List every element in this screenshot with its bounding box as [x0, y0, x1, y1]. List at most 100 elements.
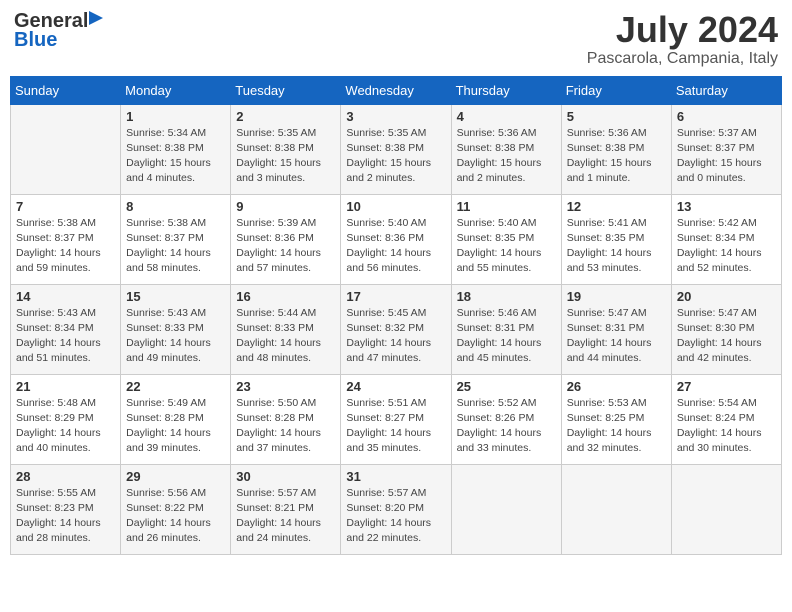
logo-container: General Blue — [14, 10, 104, 52]
calendar-cell: 26Sunrise: 5:53 AMSunset: 8:25 PMDayligh… — [561, 374, 671, 464]
calendar-cell: 29 Sunrise: 5:56 AMSunset: 8:22 PMDayligh… — [121, 464, 231, 554]
day-number: 10 — [346, 199, 445, 214]
month-year: July 2024 — [587, 10, 778, 50]
calendar-table: SundayMondayTuesdayWednesdayThursdayFrid… — [10, 76, 782, 555]
calendar-cell: 17 Sunrise: 5:45 AMSunset: 8:32 PMDayligh… — [341, 284, 451, 374]
day-number: 11 — [457, 199, 556, 214]
day-info: Sunrise: 5:44 AMSunset: 8:33 PMDaylight:… — [236, 306, 335, 367]
calendar-cell: 22Sunrise: 5:49 AMSunset: 8:28 PMDayligh… — [121, 374, 231, 464]
day-number: 2 — [236, 109, 335, 124]
calendar-cell: 9 Sunrise: 5:39 AMSunset: 8:36 PMDaylight… — [231, 194, 341, 284]
calendar-cell: 27 Sunrise: 5:54 AMSunset: 8:24 PMDayligh… — [671, 374, 781, 464]
calendar-cell: 4 Sunrise: 5:36 AMSunset: 8:38 PMDaylight… — [451, 104, 561, 194]
weekday-header-wednesday: Wednesday — [341, 76, 451, 104]
day-number: 20 — [677, 289, 776, 304]
day-info: Sunrise: 5:55 AMSunset: 8:23 PMDaylight:… — [16, 486, 115, 547]
day-info: Sunrise: 5:36 AMSunset: 8:38 PMDaylight:… — [567, 126, 666, 187]
day-info: Sunrise: 5:46 AMSunset: 8:31 PMDaylight:… — [457, 306, 556, 367]
day-number: 13 — [677, 199, 776, 214]
calendar-cell: 2 Sunrise: 5:35 AMSunset: 8:38 PMDaylight… — [231, 104, 341, 194]
day-info: Sunrise: 5:49 AMSunset: 8:28 PMDaylight:… — [126, 396, 225, 457]
day-number: 14 — [16, 289, 115, 304]
day-info: Sunrise: 5:40 AMSunset: 8:35 PMDaylight:… — [457, 216, 556, 277]
logo-triangle-icon — [89, 11, 103, 25]
day-info: Sunrise: 5:54 AMSunset: 8:24 PMDaylight:… — [677, 396, 776, 457]
calendar-cell: 28 Sunrise: 5:55 AMSunset: 8:23 PMDayligh… — [11, 464, 121, 554]
title-area: July 2024 Pascarola, Campania, Italy — [587, 10, 778, 68]
day-number: 25 — [457, 379, 556, 394]
calendar-cell: 11 Sunrise: 5:40 AMSunset: 8:35 PMDayligh… — [451, 194, 561, 284]
calendar-cell: 31Sunrise: 5:57 AMSunset: 8:20 PMDayligh… — [341, 464, 451, 554]
calendar-cell: 1Sunrise: 5:34 AMSunset: 8:38 PMDaylight… — [121, 104, 231, 194]
day-number: 28 — [16, 469, 115, 484]
calendar-week-row: 14 Sunrise: 5:43 AMSunset: 8:34 PMDayligh… — [11, 284, 782, 374]
day-info: Sunrise: 5:38 AMSunset: 8:37 PMDaylight:… — [126, 216, 225, 277]
calendar-cell: 16 Sunrise: 5:44 AMSunset: 8:33 PMDayligh… — [231, 284, 341, 374]
calendar-week-row: 28 Sunrise: 5:55 AMSunset: 8:23 PMDayligh… — [11, 464, 782, 554]
calendar-cell: 18 Sunrise: 5:46 AMSunset: 8:31 PMDayligh… — [451, 284, 561, 374]
day-number: 19 — [567, 289, 666, 304]
calendar-cell: 6 Sunrise: 5:37 AMSunset: 8:37 PMDaylight… — [671, 104, 781, 194]
calendar-cell: 19 Sunrise: 5:47 AMSunset: 8:31 PMDayligh… — [561, 284, 671, 374]
logo: General Blue — [14, 10, 104, 52]
day-number: 30 — [236, 469, 335, 484]
calendar-cell: 20Sunrise: 5:47 AMSunset: 8:30 PMDayligh… — [671, 284, 781, 374]
calendar-cell: 13 Sunrise: 5:42 AMSunset: 8:34 PMDayligh… — [671, 194, 781, 284]
day-number: 8 — [126, 199, 225, 214]
day-info: Sunrise: 5:35 AMSunset: 8:38 PMDaylight:… — [346, 126, 445, 187]
calendar-cell: 10Sunrise: 5:40 AMSunset: 8:36 PMDayligh… — [341, 194, 451, 284]
calendar-week-row: 7 Sunrise: 5:38 AMSunset: 8:37 PMDaylight… — [11, 194, 782, 284]
day-info: Sunrise: 5:36 AMSunset: 8:38 PMDaylight:… — [457, 126, 556, 187]
calendar-week-row: 21Sunrise: 5:48 AMSunset: 8:29 PMDayligh… — [11, 374, 782, 464]
weekday-header-sunday: Sunday — [11, 76, 121, 104]
day-number: 9 — [236, 199, 335, 214]
calendar-cell: 25 Sunrise: 5:52 AMSunset: 8:26 PMDayligh… — [451, 374, 561, 464]
day-number: 26 — [567, 379, 666, 394]
calendar-cell: 23 Sunrise: 5:50 AMSunset: 8:28 PMDayligh… — [231, 374, 341, 464]
calendar-cell: 30 Sunrise: 5:57 AMSunset: 8:21 PMDayligh… — [231, 464, 341, 554]
day-number: 31 — [346, 469, 445, 484]
day-info: Sunrise: 5:50 AMSunset: 8:28 PMDaylight:… — [236, 396, 335, 457]
day-info: Sunrise: 5:35 AMSunset: 8:38 PMDaylight:… — [236, 126, 335, 187]
day-number: 7 — [16, 199, 115, 214]
day-number: 16 — [236, 289, 335, 304]
day-info: Sunrise: 5:42 AMSunset: 8:34 PMDaylight:… — [677, 216, 776, 277]
day-number: 21 — [16, 379, 115, 394]
day-number: 12 — [567, 199, 666, 214]
location: Pascarola, Campania, Italy — [587, 50, 778, 68]
calendar-cell — [671, 464, 781, 554]
day-info: Sunrise: 5:47 AMSunset: 8:31 PMDaylight:… — [567, 306, 666, 367]
day-number: 15 — [126, 289, 225, 304]
day-info: Sunrise: 5:34 AMSunset: 8:38 PMDaylight:… — [126, 126, 225, 187]
calendar-cell — [451, 464, 561, 554]
day-number: 17 — [346, 289, 445, 304]
day-number: 18 — [457, 289, 556, 304]
calendar-cell: 7 Sunrise: 5:38 AMSunset: 8:37 PMDaylight… — [11, 194, 121, 284]
weekday-header-monday: Monday — [121, 76, 231, 104]
day-info: Sunrise: 5:56 AMSunset: 8:22 PMDaylight:… — [126, 486, 225, 547]
calendar-cell: 12Sunrise: 5:41 AMSunset: 8:35 PMDayligh… — [561, 194, 671, 284]
weekday-header-saturday: Saturday — [671, 76, 781, 104]
calendar-cell: 21Sunrise: 5:48 AMSunset: 8:29 PMDayligh… — [11, 374, 121, 464]
day-number: 4 — [457, 109, 556, 124]
day-info: Sunrise: 5:45 AMSunset: 8:32 PMDaylight:… — [346, 306, 445, 367]
calendar-cell: 5Sunrise: 5:36 AMSunset: 8:38 PMDaylight… — [561, 104, 671, 194]
day-number: 6 — [677, 109, 776, 124]
calendar-cell: 24Sunrise: 5:51 AMSunset: 8:27 PMDayligh… — [341, 374, 451, 464]
day-info: Sunrise: 5:57 AMSunset: 8:21 PMDaylight:… — [236, 486, 335, 547]
calendar-cell: 3Sunrise: 5:35 AMSunset: 8:38 PMDaylight… — [341, 104, 451, 194]
calendar-cell: 14 Sunrise: 5:43 AMSunset: 8:34 PMDayligh… — [11, 284, 121, 374]
day-number: 27 — [677, 379, 776, 394]
day-info: Sunrise: 5:38 AMSunset: 8:37 PMDaylight:… — [16, 216, 115, 277]
calendar-cell: 8 Sunrise: 5:38 AMSunset: 8:37 PMDaylight… — [121, 194, 231, 284]
day-number: 29 — [126, 469, 225, 484]
weekday-header-thursday: Thursday — [451, 76, 561, 104]
day-info: Sunrise: 5:43 AMSunset: 8:34 PMDaylight:… — [16, 306, 115, 367]
calendar-cell — [11, 104, 121, 194]
page-header: General Blue July 2024 Pascarola, Campan… — [10, 10, 782, 68]
day-info: Sunrise: 5:52 AMSunset: 8:26 PMDaylight:… — [457, 396, 556, 457]
day-info: Sunrise: 5:37 AMSunset: 8:37 PMDaylight:… — [677, 126, 776, 187]
day-info: Sunrise: 5:39 AMSunset: 8:36 PMDaylight:… — [236, 216, 335, 277]
calendar-cell — [561, 464, 671, 554]
day-number: 23 — [236, 379, 335, 394]
